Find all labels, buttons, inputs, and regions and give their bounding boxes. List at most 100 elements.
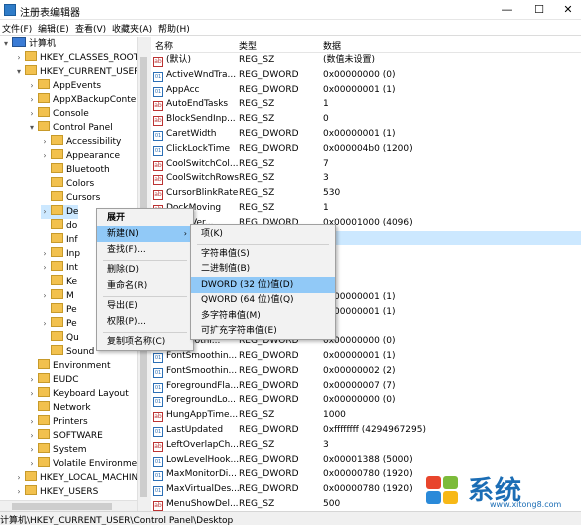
- expand-arrow-icon[interactable]: ›: [28, 107, 36, 121]
- value-row[interactable]: 01 ForegroundLo... REG_DWORD 0x00000000 (0): [151, 393, 581, 408]
- tree-node[interactable]: › M: [41, 289, 74, 303]
- minimize-button[interactable]: —: [492, 0, 522, 20]
- expand-arrow-icon[interactable]: ›: [41, 149, 49, 163]
- value-row[interactable]: 01 FontSmoothin... REG_DWORD 0x00000001 (1): [151, 349, 581, 364]
- value-row[interactable]: ab HungAppTime... REG_SZ 1000: [151, 408, 581, 423]
- tree-node[interactable]: Bluetooth: [41, 163, 110, 177]
- tree-node[interactable]: › Volatile Environmen: [28, 457, 143, 471]
- value-row[interactable]: 01 ActiveWndTra... REG_DWORD 0x00000000 (0): [151, 68, 581, 83]
- collapse-arrow-icon[interactable]: ▾: [15, 65, 23, 79]
- value-row[interactable]: ab AutoEndTasks REG_SZ 1: [151, 97, 581, 112]
- expand-arrow-icon[interactable]: ›: [15, 471, 23, 485]
- menu-item[interactable]: 项(K): [191, 226, 335, 242]
- expand-arrow-icon[interactable]: ›: [28, 373, 36, 387]
- tree-node[interactable]: › Inp: [41, 247, 80, 261]
- close-button[interactable]: ✕: [553, 0, 581, 20]
- tree-node[interactable]: › HKEY_USERS: [15, 485, 98, 499]
- value-row[interactable]: 01 LowLevelHook... REG_DWORD 0x00001388 (50…: [151, 453, 581, 468]
- menu-item[interactable]: 查找(F)...: [97, 242, 193, 258]
- tree-node[interactable]: › EUDC: [28, 373, 79, 387]
- tree-node[interactable]: Colors: [41, 177, 94, 191]
- expand-arrow-icon[interactable]: ›: [41, 261, 49, 275]
- maximize-button[interactable]: ☐: [524, 0, 554, 20]
- menu-view[interactable]: 查看(V): [75, 22, 106, 35]
- menu-item[interactable]: DWORD (32 位)值(D): [191, 276, 335, 293]
- value-row[interactable]: ab CursorBlinkRate REG_SZ 530: [151, 186, 581, 201]
- tree-node[interactable]: › System: [28, 443, 87, 457]
- tree-node[interactable]: Ke: [41, 275, 77, 289]
- value-row[interactable]: ab CoolSwitchCol... REG_SZ 7: [151, 157, 581, 172]
- tree-node[interactable]: ▾ 计算机: [2, 37, 56, 51]
- value-row[interactable]: ab CoolSwitchRows REG_SZ 3: [151, 171, 581, 186]
- tree-node[interactable]: Network: [28, 401, 91, 415]
- tree-node[interactable]: Inf: [41, 233, 78, 247]
- value-row[interactable]: 01 LastUpdated REG_DWORD 0xffffffff (429496…: [151, 423, 581, 438]
- tree-node[interactable]: › AppXBackupConter: [28, 93, 140, 107]
- tree-node[interactable]: › AppEvents: [28, 79, 101, 93]
- menu-item[interactable]: 导出(E): [97, 298, 193, 314]
- expand-arrow-icon[interactable]: ›: [28, 415, 36, 429]
- collapse-arrow-icon[interactable]: ▾: [2, 37, 10, 51]
- menu-item[interactable]: 可扩充字符串值(E): [191, 323, 335, 339]
- tree-node[interactable]: Pe: [41, 303, 77, 317]
- menu-item[interactable]: QWORD (64 位)值(Q): [191, 292, 335, 308]
- value-row[interactable]: 01 AppAcc REG_DWORD 0x00000001 (1): [151, 83, 581, 98]
- expand-arrow-icon[interactable]: ›: [28, 387, 36, 401]
- tree-horizontal-scrollbar[interactable]: [0, 500, 137, 511]
- expand-arrow-icon[interactable]: ›: [28, 93, 36, 107]
- value-row[interactable]: 01 ClickLockTime REG_DWORD 0x000004b0 (1200…: [151, 142, 581, 157]
- expand-arrow-icon[interactable]: ›: [28, 443, 36, 457]
- menu-item[interactable]: 二进制值(B): [191, 261, 335, 277]
- menu-favorites[interactable]: 收藏夹(A): [112, 22, 152, 35]
- expand-arrow-icon[interactable]: ›: [28, 79, 36, 93]
- menu-item[interactable]: 复制项名称(C): [97, 334, 193, 350]
- expand-arrow-icon[interactable]: ›: [41, 135, 49, 149]
- tree-node[interactable]: ▾ HKEY_CURRENT_USER: [15, 65, 140, 79]
- tree-node[interactable]: › Printers: [28, 415, 88, 429]
- tree-node[interactable]: › Console: [28, 107, 89, 121]
- value-row[interactable]: abDockMovingREG_SZ1: [151, 201, 581, 216]
- menu-file[interactable]: 文件(F): [2, 22, 32, 35]
- tree-node[interactable]: › HKEY_CLASSES_ROOT: [15, 51, 139, 65]
- tree-node[interactable]: › SOFTWARE: [28, 429, 103, 443]
- tree-node[interactable]: › Accessibility: [41, 135, 121, 149]
- expand-arrow-icon[interactable]: ›: [41, 317, 49, 331]
- column-name-header[interactable]: 名称: [155, 39, 173, 52]
- column-type-header[interactable]: 类型: [239, 39, 257, 52]
- expand-arrow-icon[interactable]: ›: [41, 247, 49, 261]
- menu-item[interactable]: 多字符串值(M): [191, 308, 335, 324]
- tree-node[interactable]: › De: [41, 205, 79, 219]
- expand-arrow-icon[interactable]: ›: [41, 289, 49, 303]
- menu-item[interactable]: 权限(P)...: [97, 314, 193, 330]
- tree-node[interactable]: › Keyboard Layout: [28, 387, 129, 401]
- tree-node[interactable]: ▾ Control Panel: [28, 121, 113, 135]
- value-row[interactable]: 01 ForegroundFla... REG_DWORD 0x00000007 (7…: [151, 379, 581, 394]
- expand-arrow-icon[interactable]: ›: [15, 485, 23, 499]
- tree-node[interactable]: › HKEY_LOCAL_MACHINE: [15, 471, 144, 485]
- collapse-arrow-icon[interactable]: ▾: [28, 121, 36, 135]
- tree-node[interactable]: do: [41, 219, 77, 233]
- expand-arrow-icon[interactable]: ›: [28, 457, 36, 471]
- value-row[interactable]: 01 CaretWidth REG_DWORD 0x00000001 (1): [151, 127, 581, 142]
- expand-arrow-icon[interactable]: ›: [15, 51, 23, 65]
- tree-node[interactable]: Environment: [28, 359, 110, 373]
- menu-item[interactable]: 字符串值(S): [191, 246, 335, 262]
- expand-arrow-icon[interactable]: ›: [41, 205, 49, 219]
- expand-arrow-icon[interactable]: ›: [28, 429, 36, 443]
- tree-node[interactable]: › Pe: [41, 317, 77, 331]
- column-data-header[interactable]: 数据: [323, 39, 341, 52]
- tree-node[interactable]: Cursors: [41, 191, 100, 205]
- menu-edit[interactable]: 编辑(E): [38, 22, 69, 35]
- menu-item[interactable]: 展开: [97, 210, 193, 226]
- menu-item[interactable]: 重命名(R): [97, 278, 193, 294]
- tree-node[interactable]: Sound: [41, 345, 94, 359]
- menu-item[interactable]: 删除(D): [97, 262, 193, 278]
- tree-hscroll-thumb[interactable]: [12, 503, 112, 510]
- value-row[interactable]: ab LeftOverlapCh... REG_SZ 3: [151, 438, 581, 453]
- tree-node[interactable]: Qu: [41, 331, 79, 345]
- tree-node[interactable]: › Appearance: [41, 149, 120, 163]
- value-row[interactable]: 01 FontSmoothin... REG_DWORD 0x00000002 (2): [151, 364, 581, 379]
- value-row[interactable]: ab BlockSendInp... REG_SZ 0: [151, 112, 581, 127]
- value-row[interactable]: ab (默认) REG_SZ (数值未设置): [151, 53, 581, 68]
- tree-node[interactable]: › Int: [41, 261, 78, 275]
